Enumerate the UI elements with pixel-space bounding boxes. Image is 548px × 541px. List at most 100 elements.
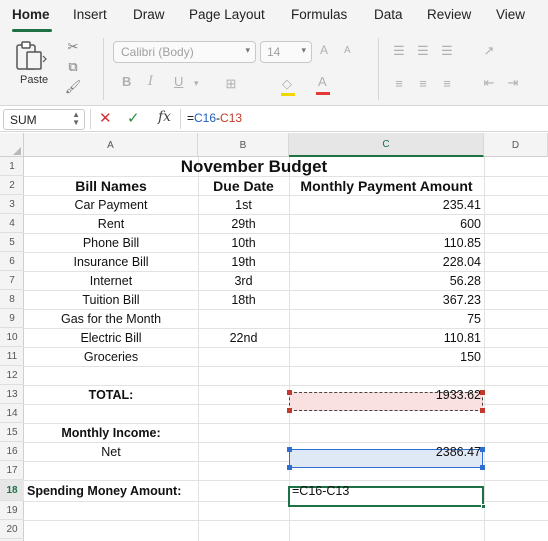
enter-check-icon[interactable]: ✓ [127, 109, 140, 127]
insert-function-icon[interactable]: fx [158, 109, 171, 125]
align-bottom-icon[interactable]: ☰ [438, 42, 456, 60]
tab-data[interactable]: Data [374, 7, 403, 22]
cancel-icon[interactable]: ✕ [99, 109, 112, 127]
due-date-cell[interactable]: 19th [198, 252, 289, 271]
tab-formulas[interactable]: Formulas [291, 7, 347, 22]
amount-cell[interactable]: 600 [289, 214, 484, 233]
ref-handle[interactable] [480, 465, 485, 470]
due-date-cell[interactable] [198, 347, 289, 366]
tab-draw[interactable]: Draw [133, 7, 165, 22]
font-size-select[interactable]: 14 ▾ [260, 41, 312, 63]
net-label-cell[interactable]: Net [24, 442, 198, 461]
spending-formula-cell[interactable]: =C16-C13 [289, 481, 484, 500]
amount-cell[interactable]: 75 [289, 309, 484, 328]
amount-cell[interactable]: 110.81 [289, 328, 484, 347]
due-date-cell[interactable]: 18th [198, 290, 289, 309]
ref-handle[interactable] [480, 408, 485, 413]
format-painter-icon[interactable]: 🖌 [64, 78, 82, 96]
net-value-cell[interactable]: 2386.47 [289, 442, 484, 461]
decrease-font-button[interactable]: A [344, 45, 351, 56]
bold-button[interactable]: B [122, 74, 131, 89]
row-header[interactable]: 20 [0, 520, 24, 539]
increase-indent-icon[interactable]: ⇥ [504, 74, 522, 92]
bill-name-cell[interactable]: Electric Bill [24, 328, 198, 347]
ref-handle[interactable] [287, 408, 292, 413]
total-label-cell[interactable]: TOTAL: [24, 385, 198, 404]
increase-font-button[interactable]: A [320, 43, 328, 57]
bill-name-cell[interactable]: Insurance Bill [24, 252, 198, 271]
amount-cell[interactable]: 150 [289, 347, 484, 366]
bill-name-cell[interactable]: Rent [24, 214, 198, 233]
paste-label[interactable]: Paste [20, 74, 48, 86]
amount-cell[interactable]: 235.41 [289, 195, 484, 214]
column-header-a[interactable]: A [24, 133, 198, 157]
due-date-cell[interactable]: 1st [198, 195, 289, 214]
font-color-button[interactable]: A [318, 74, 327, 89]
worksheet-grid[interactable]: November Budget Bill Names Due Date Mont… [24, 157, 548, 541]
tab-page-layout[interactable]: Page Layout [189, 7, 265, 22]
formula-input[interactable]: =C16-C13 [187, 111, 242, 125]
paste-icon[interactable] [14, 40, 48, 72]
row-header[interactable]: 5 [0, 233, 24, 252]
column-header-c[interactable]: C [289, 133, 484, 157]
bill-name-cell[interactable]: Internet [24, 271, 198, 290]
row-header[interactable]: 16 [0, 442, 24, 461]
column-header-d[interactable]: D [484, 133, 548, 157]
text-orientation-icon[interactable]: ↗ [480, 42, 498, 60]
row-header-selected[interactable]: 18 [0, 480, 24, 501]
tab-home[interactable]: Home [12, 7, 50, 22]
row-header[interactable]: 6 [0, 252, 24, 271]
amount-cell[interactable]: 110.85 [289, 233, 484, 252]
tab-view[interactable]: View [496, 7, 525, 22]
row-header[interactable]: 7 [0, 271, 24, 290]
row-header[interactable]: 19 [0, 501, 24, 520]
sheet-title-cell[interactable]: November Budget [24, 157, 484, 176]
row-header[interactable]: 4 [0, 214, 24, 233]
bill-name-cell[interactable]: Car Payment [24, 195, 198, 214]
cut-icon[interactable]: ✂ [64, 38, 82, 56]
bill-name-cell[interactable]: Phone Bill [24, 233, 198, 252]
name-box[interactable]: SUM ▲ ▼ [3, 109, 85, 130]
align-top-icon[interactable]: ☰ [390, 42, 408, 60]
due-date-cell[interactable]: 3rd [198, 271, 289, 290]
row-header[interactable]: 1 [0, 157, 24, 176]
amount-cell[interactable]: 367.23 [289, 290, 484, 309]
total-value-cell[interactable]: 1933.62 [289, 385, 484, 404]
row-header[interactable]: 11 [0, 347, 24, 366]
header-cell-due-date[interactable]: Due Date [198, 176, 289, 195]
ref-handle[interactable] [287, 465, 292, 470]
spending-label-cell[interactable]: Spending Money Amount: [24, 480, 224, 501]
select-all-corner[interactable] [0, 133, 24, 157]
row-header[interactable]: 17 [0, 461, 24, 480]
income-label-cell[interactable]: Monthly Income: [24, 423, 198, 442]
due-date-cell[interactable]: 29th [198, 214, 289, 233]
align-middle-icon[interactable]: ☰ [414, 42, 432, 60]
row-header[interactable]: 12 [0, 366, 24, 385]
row-header[interactable]: 2 [0, 176, 24, 195]
align-center-icon[interactable]: ≡ [414, 74, 432, 92]
underline-button[interactable]: U [174, 74, 183, 89]
borders-icon[interactable]: ⊞ [222, 75, 240, 93]
copy-icon[interactable]: ⧉ [64, 58, 82, 76]
header-cell-bill-names[interactable]: Bill Names [24, 176, 198, 195]
fill-color-icon[interactable]: ◇ [278, 75, 296, 93]
row-header[interactable]: 9 [0, 309, 24, 328]
due-date-cell[interactable]: 22nd [198, 328, 289, 347]
bill-name-cell[interactable]: Tuition Bill [24, 290, 198, 309]
chevron-down-icon[interactable]: ▾ [194, 78, 199, 89]
due-date-cell[interactable]: 10th [198, 233, 289, 252]
bill-name-cell[interactable]: Groceries [24, 347, 198, 366]
row-header[interactable]: 14 [0, 404, 24, 423]
fill-handle[interactable] [481, 504, 486, 509]
align-right-icon[interactable]: ≡ [438, 74, 456, 92]
row-header[interactable]: 8 [0, 290, 24, 309]
decrease-indent-icon[interactable]: ⇤ [480, 74, 498, 92]
name-box-stepper-icon[interactable]: ▲ ▼ [72, 111, 80, 127]
amount-cell[interactable]: 228.04 [289, 252, 484, 271]
row-header[interactable]: 15 [0, 423, 24, 442]
bill-name-cell[interactable]: Gas for the Month [24, 309, 198, 328]
header-cell-monthly-payment[interactable]: Monthly Payment Amount [289, 176, 484, 195]
row-header[interactable]: 13 [0, 385, 24, 404]
align-left-icon[interactable]: ≡ [390, 74, 408, 92]
due-date-cell[interactable] [198, 309, 289, 328]
